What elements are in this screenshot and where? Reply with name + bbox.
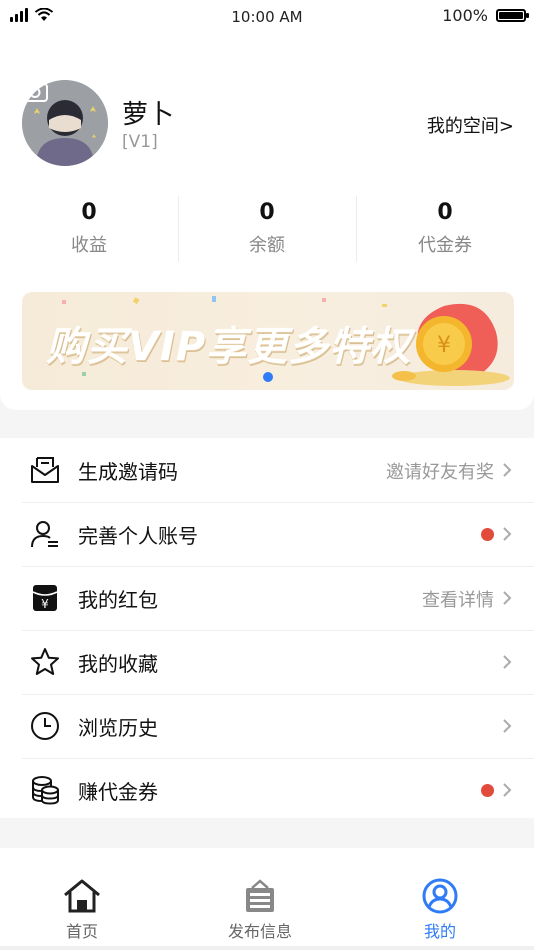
user-circle-icon (422, 878, 458, 914)
chevron-right-icon (503, 463, 512, 477)
coins-icon (32, 776, 59, 805)
stat-label: 收益 (71, 235, 107, 256)
menu-hint: 查看详情 (422, 590, 494, 611)
menu-label: 我的红包 (78, 588, 158, 612)
vip-banner[interactable]: 购买VIP享更多特权 ¥ (22, 292, 514, 390)
user-profile-icon (31, 521, 58, 548)
menu-label: 我的收藏 (78, 652, 158, 676)
banner-headline: 购买VIP享更多特权 (46, 324, 412, 370)
my-space-link[interactable]: 我的空间> (427, 112, 514, 138)
menu-item-complete-account[interactable]: 完善个人账号 (0, 502, 534, 566)
stat-label: 代金券 (418, 235, 472, 256)
menu-item-favorites[interactable]: 我的收藏 (0, 630, 534, 694)
user-level: [V1] (122, 132, 158, 152)
camera-icon[interactable] (22, 80, 48, 102)
stat-balance[interactable]: 0 余额 (178, 194, 356, 264)
menu-label: 生成邀请码 (78, 460, 178, 484)
envelope-icon (31, 457, 59, 483)
stat-value: 0 (81, 200, 97, 225)
chevron-right-icon (503, 655, 512, 669)
stat-vouchers[interactable]: 0 代金券 (356, 194, 534, 264)
username: 萝卜 (122, 100, 175, 130)
status-bar: 10:00 AM 100% (0, 0, 534, 34)
star-icon (31, 648, 59, 675)
menu-item-earn-vouchers[interactable]: 赚代金券 (0, 758, 534, 822)
tab-label: 发布信息 (227, 922, 292, 941)
menu-item-history[interactable]: 浏览历史 (0, 694, 534, 758)
home-indicator (0, 946, 534, 950)
tab-label: 首页 (65, 922, 98, 941)
status-right: 100% (442, 6, 529, 25)
notification-badge (481, 784, 494, 797)
battery-percent: 100% (442, 6, 488, 25)
tab-home[interactable]: 首页 (22, 878, 142, 942)
post-icon (246, 879, 274, 912)
chevron-right-icon (503, 591, 512, 605)
menu-list: 生成邀请码 邀请好友有奖 完善个人账号 ¥ 我的红包 查看详情 我的收藏 浏览历… (0, 438, 534, 818)
chevron-right-icon (503, 719, 512, 733)
chevron-right-icon (503, 527, 512, 541)
svg-text:¥: ¥ (41, 597, 49, 611)
menu-item-red-packet[interactable]: ¥ 我的红包 查看详情 (0, 566, 534, 630)
stat-value: 0 (259, 200, 275, 225)
menu-label: 浏览历史 (78, 716, 158, 740)
battery-icon (496, 9, 529, 22)
svg-text:¥: ¥ (437, 333, 451, 358)
stat-value: 0 (437, 200, 453, 225)
red-packet-icon: ¥ (32, 585, 58, 611)
menu-label: 赚代金券 (78, 780, 158, 804)
tab-mine[interactable]: 我的 (380, 878, 500, 942)
menu-hint: 邀请好友有奖 (386, 462, 494, 483)
banner-pagination (22, 372, 514, 382)
tab-post[interactable]: 发布信息 (200, 878, 320, 942)
clock-icon (31, 712, 59, 740)
profile-card: 萝卜 [V1] 我的空间> 0 收益 0 余额 0 代金券 购买VIP享更多特权 (0, 34, 534, 410)
home-icon (64, 879, 100, 913)
pagination-dot-active[interactable] (263, 372, 273, 382)
menu-item-invite-code[interactable]: 生成邀请码 邀请好友有奖 (0, 438, 534, 502)
stat-label: 余额 (249, 235, 285, 256)
chevron-right-icon (503, 783, 512, 797)
bottom-tab-bar: 首页 发布信息 我的 (0, 848, 534, 950)
menu-label: 完善个人账号 (78, 524, 198, 548)
tab-label: 我的 (423, 922, 456, 941)
notification-badge (481, 528, 494, 541)
stats-row: 0 收益 0 余额 0 代金券 (0, 194, 534, 264)
stat-earnings[interactable]: 0 收益 (0, 194, 178, 264)
avatar[interactable] (22, 80, 108, 166)
